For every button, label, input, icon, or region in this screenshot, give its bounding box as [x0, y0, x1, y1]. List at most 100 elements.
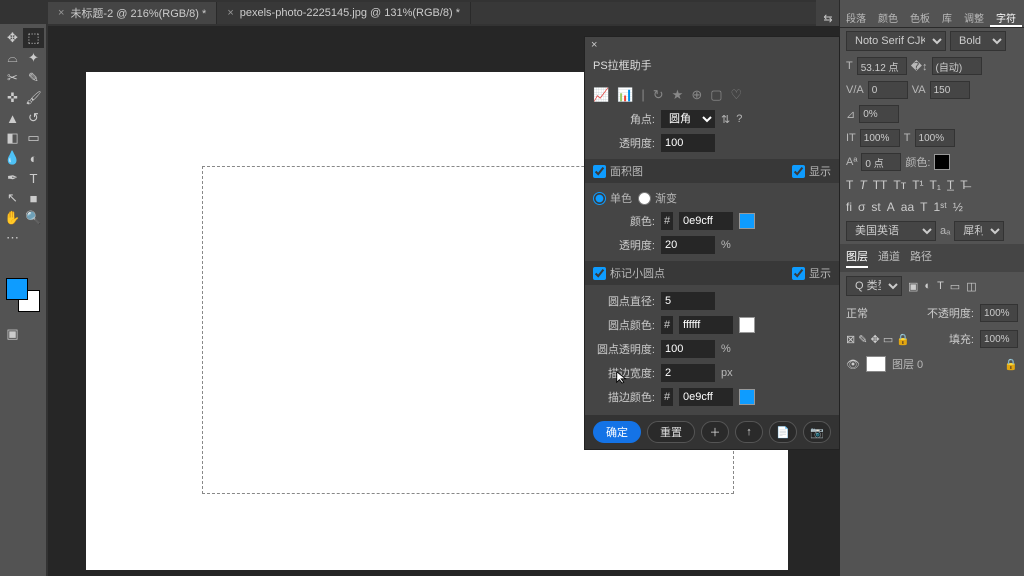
dot-radius-input[interactable] [661, 292, 715, 310]
stroke-color-input[interactable] [679, 388, 733, 406]
refresh-icon[interactable]: ↻ [653, 87, 664, 103]
pen-tool[interactable]: ✒ [2, 168, 23, 188]
allcaps-icon[interactable]: TT [873, 178, 888, 192]
wand-tool[interactable]: ✦ [23, 48, 44, 68]
area-color-input[interactable] [679, 212, 733, 230]
doc-tab-1[interactable]: ×未标题-2 @ 216%(RGB/8) * [48, 2, 217, 24]
weight-select[interactable]: Bold [950, 31, 1006, 51]
fg-color[interactable] [6, 278, 28, 300]
va-input[interactable] [868, 81, 908, 99]
area-show[interactable] [792, 165, 805, 178]
tab-swatches[interactable]: 色板 [904, 6, 936, 27]
layer-fill[interactable] [980, 330, 1018, 348]
marker-show[interactable] [792, 267, 805, 280]
hscale[interactable] [915, 129, 955, 147]
heart-icon[interactable]: ♡ [731, 87, 743, 103]
marquee-tool[interactable]: ⬚ [23, 28, 44, 48]
history-brush[interactable]: ↺ [23, 108, 44, 128]
star-icon[interactable]: ★ [672, 87, 684, 103]
hand-tool[interactable]: ✋ [2, 208, 23, 228]
heal-tool[interactable]: ✜ [2, 88, 23, 108]
close-icon[interactable]: × [227, 7, 233, 19]
tab-paragraph[interactable]: 段落 [840, 6, 872, 27]
globe-icon[interactable]: ⊕ [691, 87, 702, 103]
more-tool[interactable]: ⋯ [2, 228, 23, 248]
super-icon[interactable]: T¹ [912, 178, 923, 192]
doc-tab-2[interactable]: ×pexels-photo-2225145.jpg @ 131%(RGB/8) … [217, 2, 471, 24]
font-size[interactable] [857, 57, 907, 75]
visibility-icon[interactable]: 👁 [846, 358, 860, 371]
area-toggle[interactable] [593, 165, 606, 178]
lang-select[interactable]: 美国英语 [846, 221, 936, 241]
help-icon[interactable]: ? [736, 113, 742, 125]
area-color-swatch[interactable] [739, 213, 755, 229]
file-button[interactable]: 📄 [769, 421, 797, 443]
underline-icon[interactable]: T̲ [947, 178, 954, 192]
dot-color-swatch[interactable] [739, 317, 755, 333]
area-opacity-input[interactable] [661, 236, 715, 254]
font-select[interactable]: Noto Serif CJK SC [846, 31, 946, 51]
layer-row[interactable]: 👁 图层 0 🔒 [840, 352, 1024, 376]
add-button[interactable]: ＋ [701, 421, 729, 443]
smallcaps-icon[interactable]: Tᴛ [893, 178, 906, 192]
tracking-input[interactable] [930, 81, 970, 99]
layer-name[interactable]: 图层 0 [892, 356, 923, 372]
close-icon[interactable]: × [58, 7, 64, 19]
baseline-input[interactable] [861, 153, 901, 171]
tab-libraries[interactable]: 库 [936, 6, 958, 27]
dot-color-input[interactable] [679, 316, 733, 334]
leading[interactable] [932, 57, 982, 75]
confirm-button[interactable]: 确定 [593, 421, 641, 443]
type-tool[interactable]: T [23, 168, 44, 188]
quickmask-tool[interactable]: ▣ [2, 324, 23, 344]
aa-select[interactable]: 犀利 [954, 221, 1004, 241]
path-tool[interactable]: ↖ [2, 188, 23, 208]
tab-adjust[interactable]: 调整 [958, 6, 990, 27]
eyedropper-tool[interactable]: ✎ [23, 68, 44, 88]
bar-chart-icon[interactable]: 📊 [617, 87, 633, 103]
gradient-tool[interactable]: ▭ [23, 128, 44, 148]
zoom-tool[interactable]: 🔍 [23, 208, 44, 228]
color-swatches[interactable] [2, 278, 44, 318]
crop-tool[interactable]: ✂ [2, 68, 23, 88]
filter-smart-icon[interactable]: ◫ [966, 280, 976, 293]
stroke-width-input[interactable] [661, 364, 715, 382]
lock-icons[interactable]: ⊠ ✎ ✥ ▭ 🔒 [846, 333, 910, 346]
filter-adjust-icon[interactable]: ◐ [924, 280, 931, 292]
marker-toggle[interactable] [593, 267, 606, 280]
camera-button[interactable]: 📷 [803, 421, 831, 443]
tab-layers[interactable]: 图层 [846, 248, 868, 268]
lasso-tool[interactable]: ⌓ [2, 48, 23, 68]
tab-character[interactable]: 字符 [990, 6, 1022, 27]
bold-icon[interactable]: T [846, 178, 853, 192]
line-chart-icon[interactable]: 📈 [593, 87, 609, 103]
corner-select[interactable]: 圆角 [661, 110, 715, 128]
lock-icon[interactable]: 🔒 [1004, 358, 1018, 371]
scale-input[interactable] [859, 105, 899, 123]
plugin-close[interactable]: × [585, 37, 603, 53]
filter-type-icon[interactable]: T [937, 280, 944, 292]
sub-icon[interactable]: T₁ [930, 178, 941, 192]
tab-paths[interactable]: 路径 [910, 248, 932, 268]
gradient-radio[interactable] [638, 192, 651, 205]
reset-button[interactable]: 重置 [647, 421, 695, 443]
shape-tool[interactable]: ■ [23, 188, 44, 208]
stamp-tool[interactable]: ▲ [2, 108, 23, 128]
stroke-color-swatch[interactable] [739, 389, 755, 405]
layer-thumb[interactable] [866, 356, 886, 372]
brush-tool[interactable]: 🖌 [23, 88, 44, 108]
opacity-input[interactable] [661, 134, 715, 152]
tab-color[interactable]: 颜色 [872, 6, 904, 27]
blur-tool[interactable]: 💧 [2, 148, 23, 168]
vscale[interactable] [860, 129, 900, 147]
dodge-tool[interactable]: ◐ [23, 148, 44, 168]
layer-kind[interactable]: Q 类型 [846, 276, 902, 296]
text-color-swatch[interactable] [934, 154, 950, 170]
tab-channels[interactable]: 通道 [878, 248, 900, 268]
updown-icon[interactable]: ⇅ [721, 113, 730, 126]
eraser-tool[interactable]: ◧ [2, 128, 23, 148]
solid-radio[interactable] [593, 192, 606, 205]
move-tool[interactable]: ✥ [2, 28, 23, 48]
filter-shape-icon[interactable]: ▭ [950, 280, 960, 293]
strike-icon[interactable]: T̶ [960, 178, 967, 192]
